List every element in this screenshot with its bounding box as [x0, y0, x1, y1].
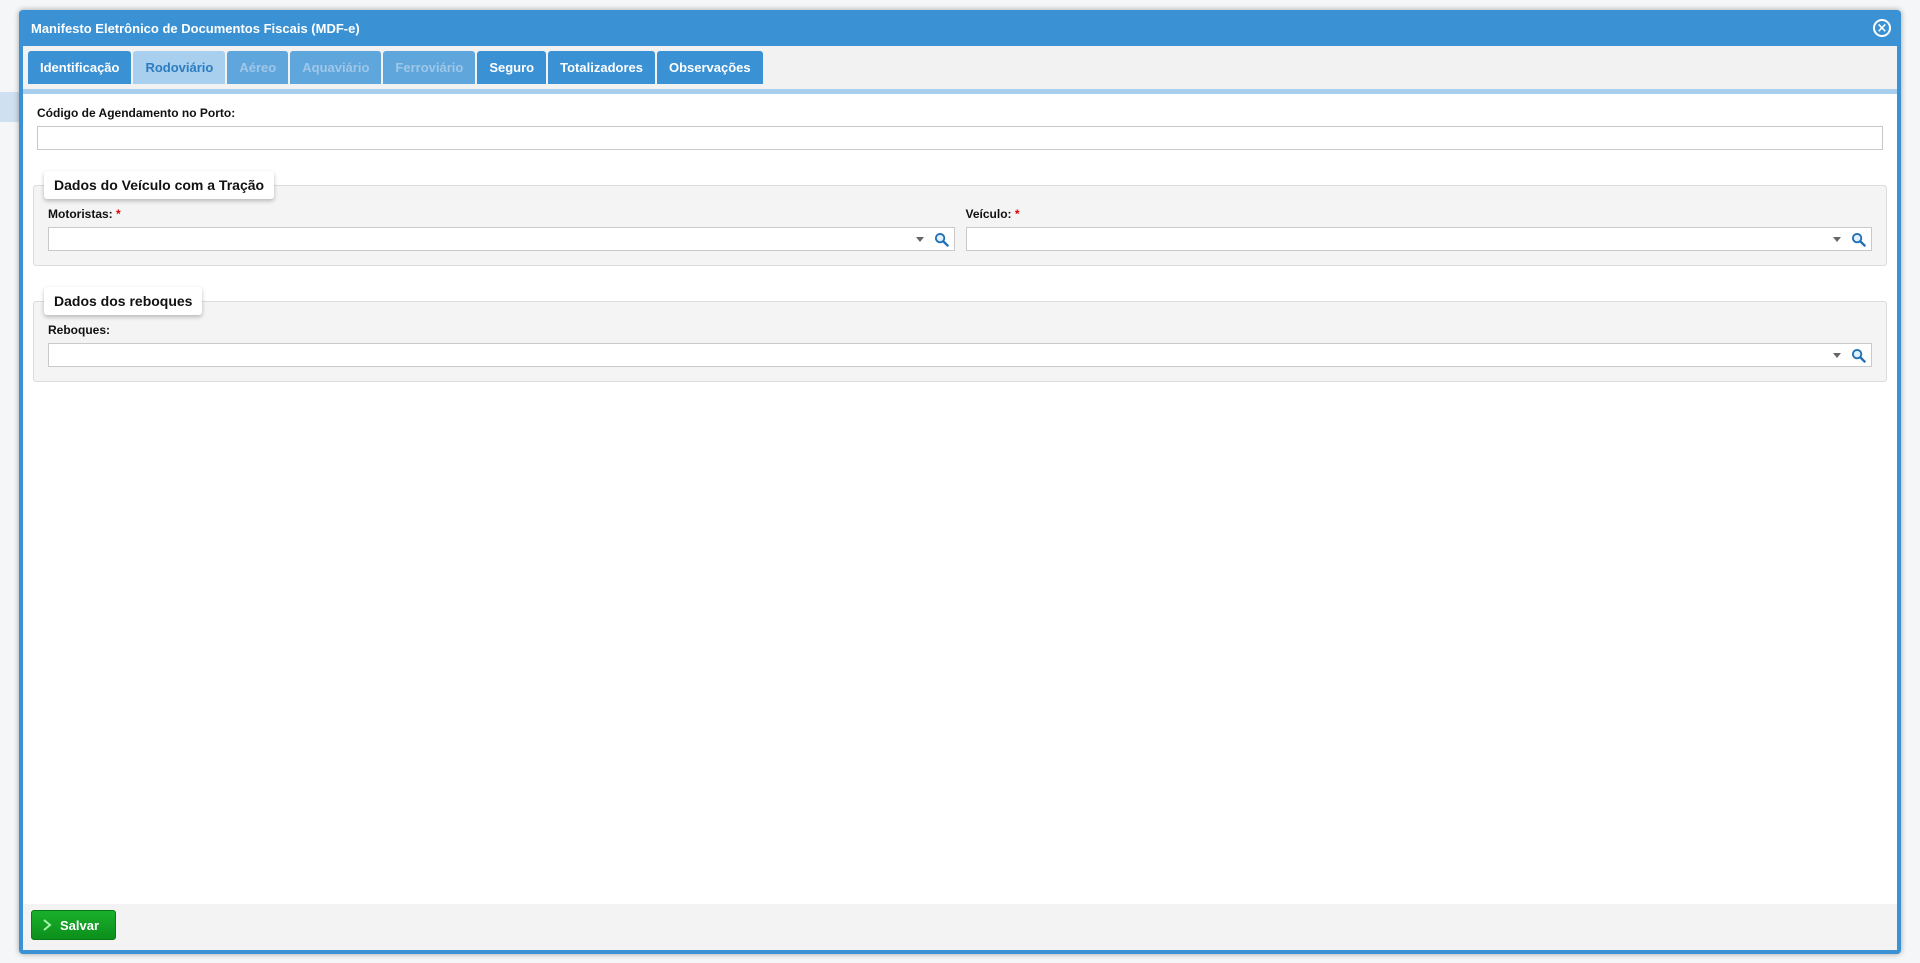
- dialog-footer: Salvar: [23, 904, 1897, 950]
- chevron-right-icon: [43, 919, 52, 931]
- tab-seguro[interactable]: Seguro: [477, 51, 547, 84]
- search-icon[interactable]: [1851, 348, 1866, 363]
- veiculo-combobox[interactable]: [965, 227, 1872, 251]
- dialog-titlebar: Manifesto Eletrônico de Documentos Fisca…: [23, 10, 1897, 46]
- search-icon[interactable]: [934, 232, 949, 247]
- tab-observacoes[interactable]: Observações: [656, 51, 763, 84]
- motoristas-label: Motoristas: *: [48, 207, 121, 221]
- veiculo-tracao-legend: Dados do Veículo com a Tração: [44, 171, 275, 199]
- tab-totalizadores[interactable]: Totalizadores: [548, 51, 655, 84]
- dropdown-arrow-icon[interactable]: [915, 237, 924, 242]
- dropdown-arrow-icon[interactable]: [1833, 353, 1841, 358]
- tab-identificacao[interactable]: Identificação: [28, 51, 132, 84]
- tab-aquaviario: Aquaviário: [290, 51, 382, 84]
- dropdown-arrow-icon[interactable]: [1833, 237, 1841, 242]
- veiculo-label: Veículo: *: [965, 207, 1020, 221]
- codigo-agendamento-label: Código de Agendamento no Porto:: [37, 106, 236, 120]
- tab-ferroviario: Ferroviário: [383, 51, 476, 84]
- dialog-body: Identificação Rodoviário Aéreo Aquaviári…: [23, 46, 1897, 950]
- mdfe-dialog: Manifesto Eletrônico de Documentos Fisca…: [19, 10, 1901, 954]
- close-icon[interactable]: ×: [1873, 19, 1891, 37]
- search-icon[interactable]: [1851, 232, 1866, 247]
- save-button-label: Salvar: [60, 917, 100, 933]
- dialog-title: Manifesto Eletrônico de Documentos Fisca…: [31, 20, 360, 36]
- motoristas-combobox[interactable]: [48, 227, 955, 251]
- reboques-label: Reboques:: [48, 323, 111, 337]
- save-button[interactable]: Salvar: [31, 910, 116, 940]
- tab-bar: Identificação Rodoviário Aéreo Aquaviári…: [23, 46, 1897, 94]
- tab-rodoviario[interactable]: Rodoviário: [133, 51, 226, 84]
- reboques-legend: Dados dos reboques: [44, 287, 203, 315]
- tab-content-rodoviario: Código de Agendamento no Porto: Dados do…: [23, 94, 1897, 382]
- required-marker: *: [1014, 207, 1020, 221]
- reboques-combobox[interactable]: [48, 343, 1872, 367]
- required-marker: *: [116, 207, 121, 221]
- veiculo-tracao-group: Dados do Veículo com a Tração Motoristas…: [33, 171, 1887, 266]
- codigo-agendamento-input[interactable]: [37, 126, 1883, 150]
- tab-aereo: Aéreo: [227, 51, 289, 84]
- reboques-group: Dados dos reboques Reboques:: [33, 287, 1887, 382]
